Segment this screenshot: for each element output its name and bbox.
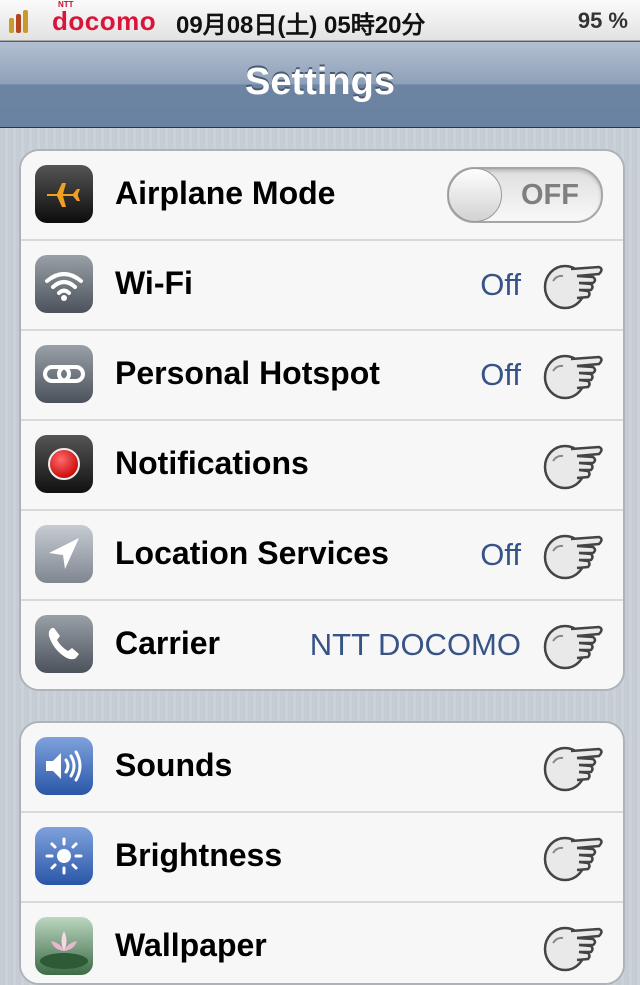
row-wallpaper[interactable]: Wallpaper <box>21 903 623 983</box>
personal-hotspot-label: Personal Hotspot <box>115 355 380 391</box>
personal-hotspot-value: Off <box>480 357 521 392</box>
row-wifi[interactable]: Wi-Fi Off <box>21 241 623 331</box>
signal-icon <box>9 10 28 33</box>
pointing-hand-icon <box>543 264 603 310</box>
wifi-value: Off <box>480 267 521 302</box>
row-location-services[interactable]: Location Services Off <box>21 511 623 601</box>
row-notifications[interactable]: Notifications <box>21 421 623 511</box>
row-sounds[interactable]: Sounds <box>21 723 623 813</box>
status-datetime: 09月08日(土) 05時20分 <box>176 12 426 39</box>
hotspot-icon <box>35 345 93 403</box>
airplane-mode-toggle[interactable]: OFF <box>447 167 603 223</box>
pointing-hand-icon <box>543 624 603 670</box>
pointing-hand-icon <box>543 746 603 792</box>
pointing-hand-icon <box>543 836 603 882</box>
settings-group-display: Sounds Brightness Wallpaper <box>19 721 625 985</box>
wallpaper-label: Wallpaper <box>115 927 267 963</box>
page-title: Settings <box>245 61 395 103</box>
wifi-label: Wi-Fi <box>115 265 193 301</box>
phone-icon <box>35 615 93 673</box>
carrier-value: NTT DOCOMO <box>309 627 521 662</box>
sounds-label: Sounds <box>115 747 233 783</box>
flower-icon <box>35 917 93 975</box>
status-bar: NTT docomo 09月08日(土) 05時20分 95 % <box>0 0 640 41</box>
row-airplane-mode: Airplane Mode OFF <box>21 151 623 241</box>
location-services-label: Location Services <box>115 535 389 571</box>
row-brightness[interactable]: Brightness <box>21 813 623 903</box>
speaker-icon <box>35 737 93 795</box>
navigation-bar: Settings <box>0 41 640 128</box>
toggle-knob <box>448 168 502 222</box>
carrier-label: Carrier <box>115 625 220 661</box>
brightness-icon <box>35 827 93 885</box>
carrier-name: docomo <box>52 6 157 36</box>
location-services-value: Off <box>480 537 521 572</box>
row-personal-hotspot[interactable]: Personal Hotspot Off <box>21 331 623 421</box>
location-icon <box>35 525 93 583</box>
wifi-icon <box>35 255 93 313</box>
brightness-label: Brightness <box>115 837 283 873</box>
notifications-icon <box>35 435 93 493</box>
settings-group-connectivity: Airplane Mode OFF Wi-Fi Off Personal Hot… <box>19 149 625 691</box>
pointing-hand-icon <box>543 444 603 490</box>
airplane-icon <box>35 165 93 223</box>
pointing-hand-icon <box>543 926 603 972</box>
battery-percentage: 95 % <box>577 8 628 33</box>
pointing-hand-icon <box>543 534 603 580</box>
pointing-hand-icon <box>543 354 603 400</box>
notifications-label: Notifications <box>115 445 309 481</box>
airplane-mode-label: Airplane Mode <box>115 175 336 211</box>
row-carrier[interactable]: Carrier NTT DOCOMO <box>21 601 623 689</box>
toggle-state-text: OFF <box>521 179 579 211</box>
